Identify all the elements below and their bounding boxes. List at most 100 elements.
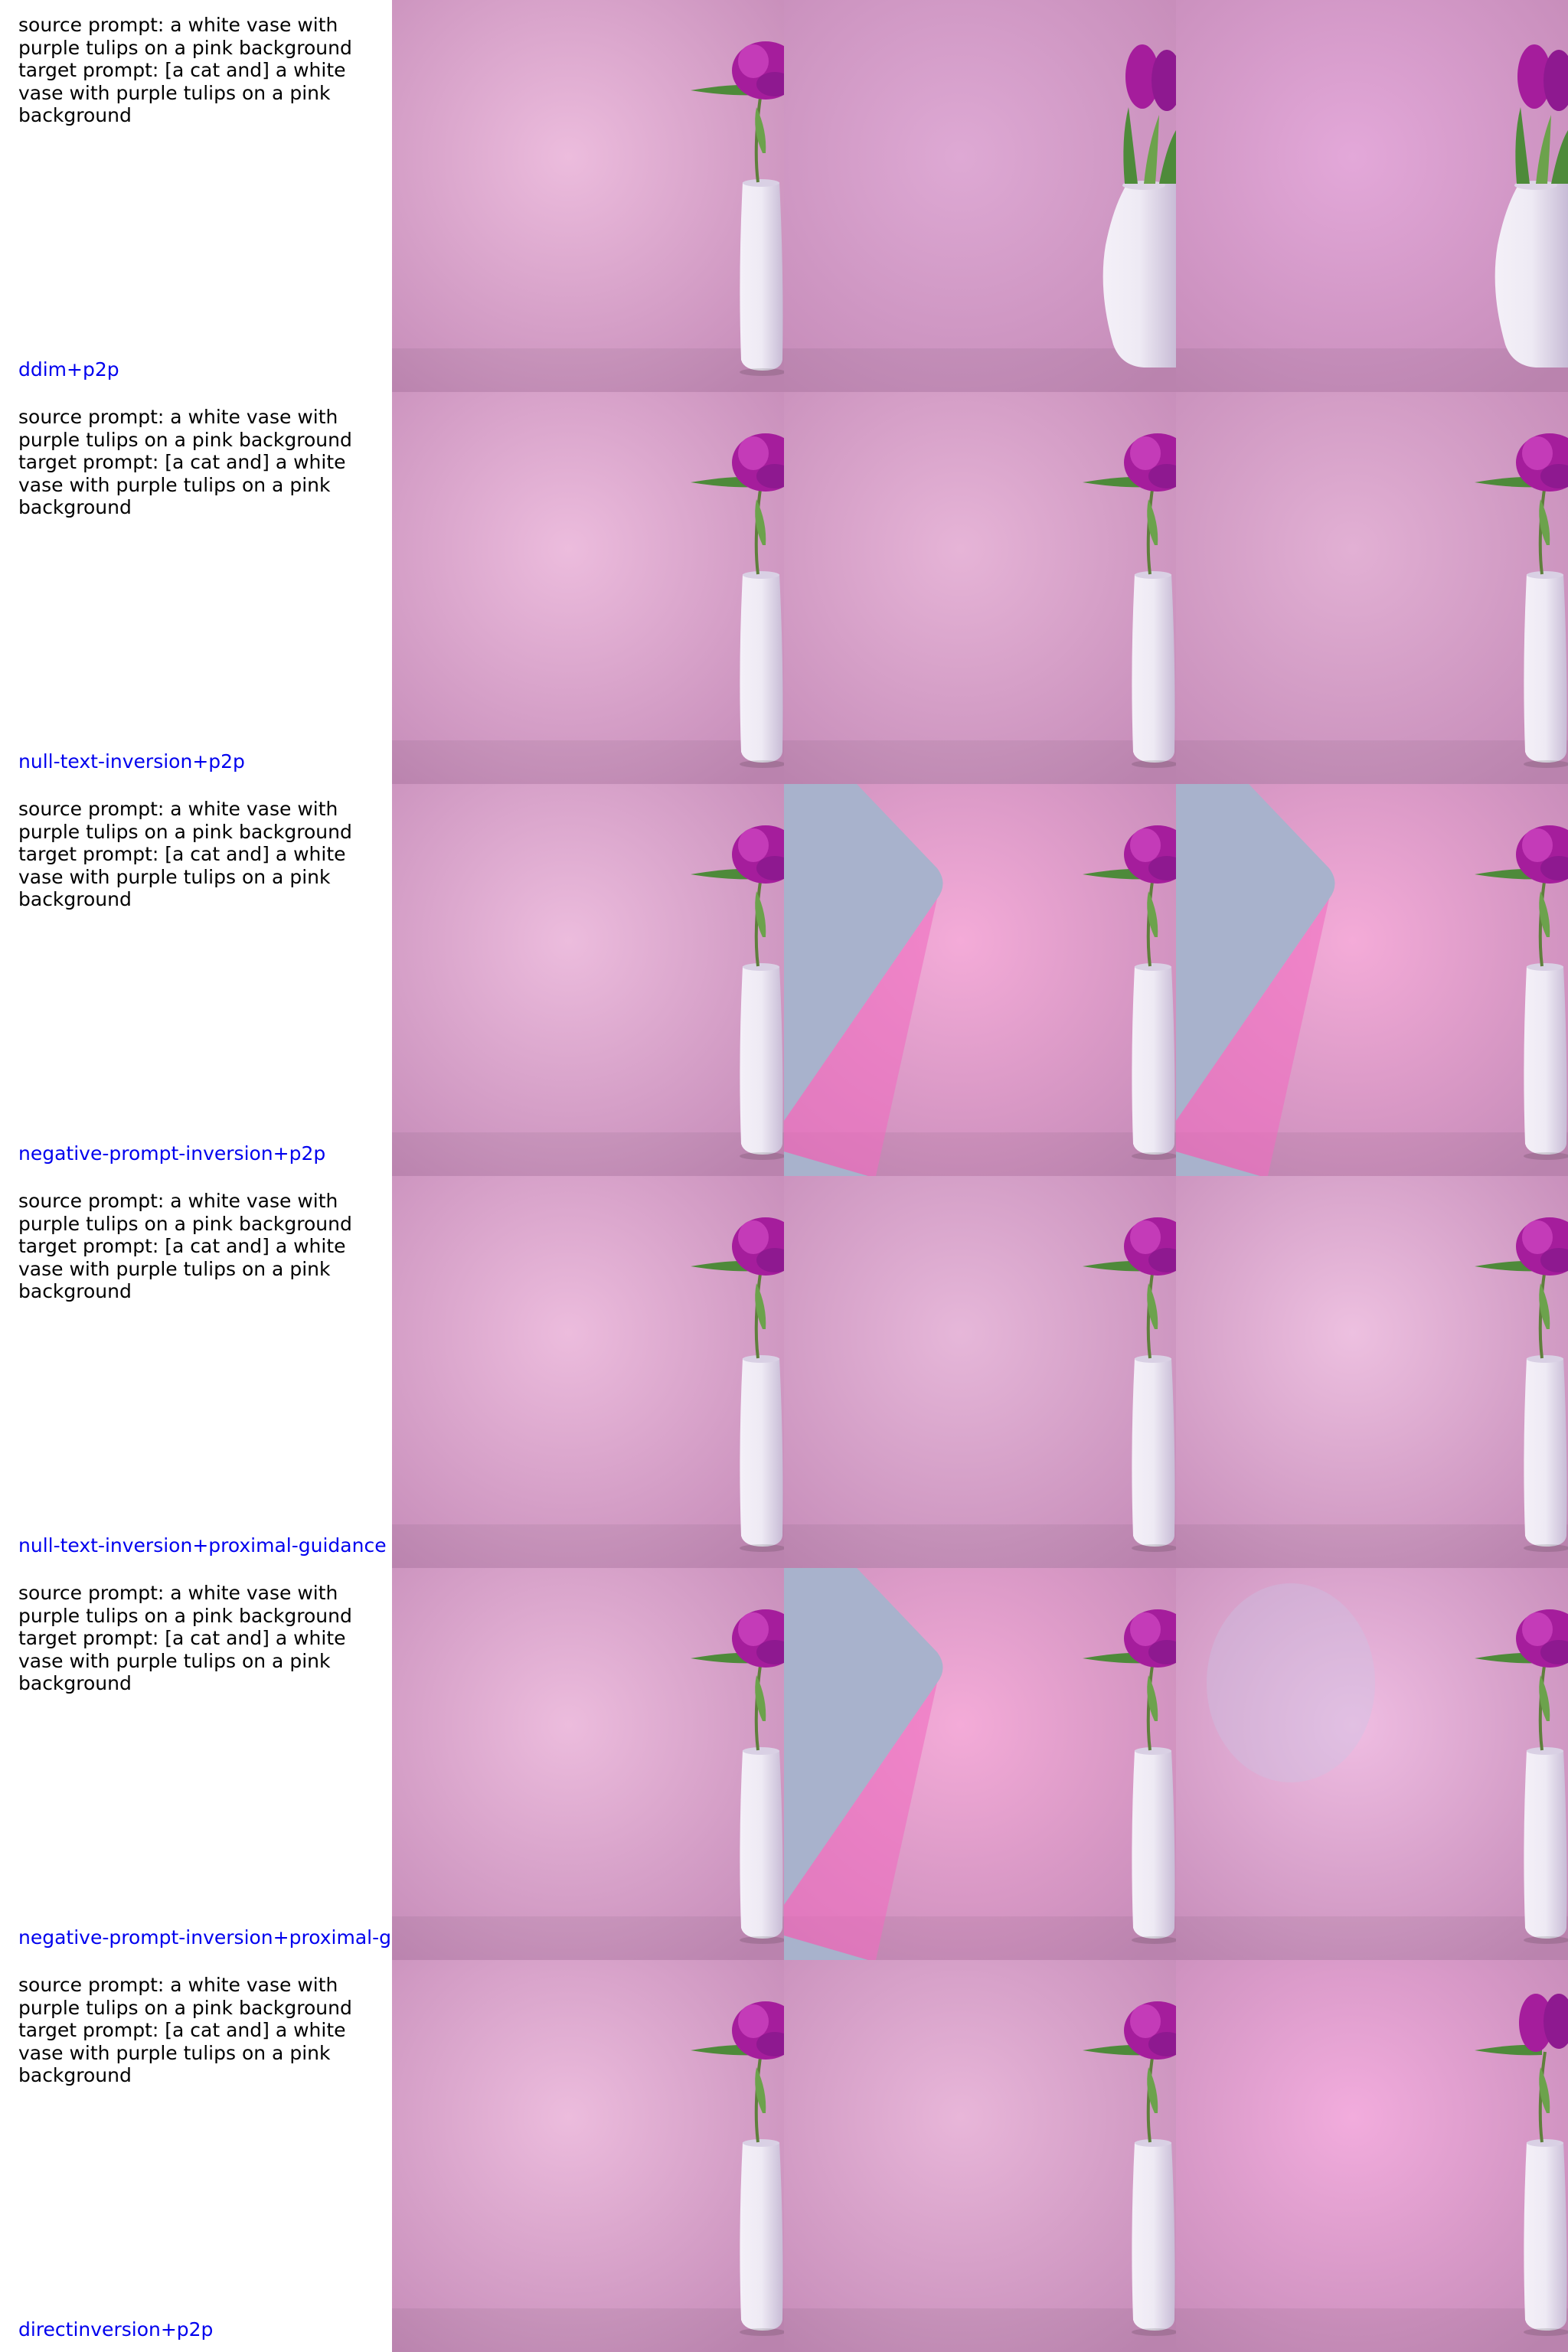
vase — [740, 2142, 783, 2331]
floor-shadow — [1176, 2308, 1568, 2352]
result-image-canvas — [784, 392, 1176, 784]
result-image-canvas — [784, 784, 1176, 1176]
row-label-cell: source prompt: a white vase with purple … — [0, 392, 392, 784]
image-background — [392, 392, 784, 784]
result-image — [1176, 784, 1568, 1176]
vase-shadow — [1132, 1544, 1176, 1552]
image-background — [784, 1960, 1176, 2352]
result-image-canvas — [784, 1960, 1176, 2352]
vase — [1524, 2142, 1567, 2331]
method-row: source prompt: a white vase with purple … — [0, 1176, 1568, 1568]
result-image-canvas — [392, 1176, 784, 1568]
result-image-canvas — [1176, 784, 1568, 1176]
flower-petal — [738, 1612, 769, 1646]
source-prompt: source prompt: a white vase with purple … — [18, 406, 352, 451]
prompt-text: source prompt: a white vase with purple … — [18, 798, 363, 911]
result-image-canvas — [392, 0, 784, 392]
vase — [1132, 2142, 1175, 2331]
vase-shadow — [1524, 1152, 1568, 1160]
flower-petal — [1130, 828, 1161, 862]
target-prompt: target prompt: [a cat and] a white vase … — [18, 843, 346, 910]
result-image — [392, 784, 784, 1176]
result-image — [784, 784, 1176, 1176]
vase — [1132, 966, 1175, 1155]
comparison-grid: source prompt: a white vase with purple … — [0, 0, 1568, 2352]
target-prompt: target prompt: [a cat and] a white vase … — [18, 451, 346, 518]
flower-petal — [1130, 1612, 1161, 1646]
flower-petal — [1522, 436, 1553, 470]
result-image-canvas — [392, 1568, 784, 1960]
flower-petal — [738, 828, 769, 862]
method-row: source prompt: a white vase with purple … — [0, 1568, 1568, 1960]
result-image — [392, 1176, 784, 1568]
flower-petal — [1522, 1612, 1553, 1646]
result-image — [392, 0, 784, 392]
image-background — [392, 1176, 784, 1568]
vase-rim — [743, 571, 779, 579]
floor-shadow — [784, 1524, 1176, 1568]
row-label-cell: source prompt: a white vase with purple … — [0, 1960, 392, 2352]
image-background — [1176, 1960, 1568, 2352]
floor-shadow — [392, 740, 784, 784]
row-label-cell: source prompt: a white vase with purple … — [0, 1176, 392, 1568]
result-image-canvas — [392, 784, 784, 1176]
vase-rim — [1527, 1355, 1563, 1363]
floor-shadow — [1176, 1916, 1568, 1960]
floor-shadow — [392, 1132, 784, 1176]
result-image — [784, 0, 1176, 392]
vase-shadow — [740, 368, 784, 376]
method-name: negative-prompt-inversion+p2p — [18, 1142, 326, 1165]
vase-shadow — [1132, 1152, 1176, 1160]
result-image — [392, 1568, 784, 1960]
image-background — [392, 0, 784, 392]
vase — [740, 1358, 783, 1547]
vase — [1524, 1358, 1567, 1547]
vase — [1524, 574, 1567, 763]
source-prompt: source prompt: a white vase with purple … — [18, 1974, 352, 2019]
prompt-text: source prompt: a white vase with purple … — [18, 1974, 363, 2087]
vase-shadow — [740, 1936, 784, 1944]
result-image — [784, 1568, 1176, 1960]
result-image-canvas — [1176, 0, 1568, 392]
image-background — [1176, 392, 1568, 784]
image-background — [784, 392, 1176, 784]
method-name: null-text-inversion+p2p — [18, 750, 245, 773]
result-image-canvas — [784, 1568, 1176, 1960]
prompt-text: source prompt: a white vase with purple … — [18, 1582, 363, 1695]
source-prompt: source prompt: a white vase with purple … — [18, 798, 352, 843]
vase-rim — [743, 1747, 779, 1755]
vase-rim — [743, 2139, 779, 2147]
flower-petal — [1130, 2004, 1161, 2038]
vase-rim — [1527, 571, 1563, 579]
vase-rim — [1135, 2139, 1171, 2147]
image-background — [392, 1960, 784, 2352]
row-label-cell: source prompt: a white vase with purple … — [0, 0, 392, 392]
vase-shadow — [740, 1152, 784, 1160]
vase — [1524, 966, 1567, 1155]
method-row: source prompt: a white vase with purple … — [0, 392, 1568, 784]
floor-shadow — [784, 348, 1176, 392]
image-background — [392, 784, 784, 1176]
result-image — [784, 392, 1176, 784]
floor-shadow — [392, 348, 784, 392]
method-name: null-text-inversion+proximal-guidance — [18, 1534, 387, 1557]
floor-shadow — [392, 1524, 784, 1568]
vase — [1132, 1358, 1175, 1547]
vase-rim — [1135, 1747, 1171, 1755]
prompt-text: source prompt: a white vase with purple … — [18, 14, 363, 127]
vase-shadow — [740, 760, 784, 768]
result-image — [392, 392, 784, 784]
vase-rim — [1527, 1747, 1563, 1755]
vase-rim — [1135, 1355, 1171, 1363]
result-image-canvas — [784, 0, 1176, 392]
vase-rim — [743, 1355, 779, 1363]
prompt-text: source prompt: a white vase with purple … — [18, 406, 363, 519]
vase-shadow — [740, 2328, 784, 2336]
row-label-cell: source prompt: a white vase with purple … — [0, 784, 392, 1176]
method-name: directinversion+p2p — [18, 2318, 214, 2341]
vase-shadow — [1524, 2328, 1568, 2336]
result-image — [1176, 1176, 1568, 1568]
method-row: source prompt: a white vase with purple … — [0, 784, 1568, 1176]
floor-shadow — [1176, 348, 1568, 392]
source-prompt: source prompt: a white vase with purple … — [18, 14, 352, 59]
